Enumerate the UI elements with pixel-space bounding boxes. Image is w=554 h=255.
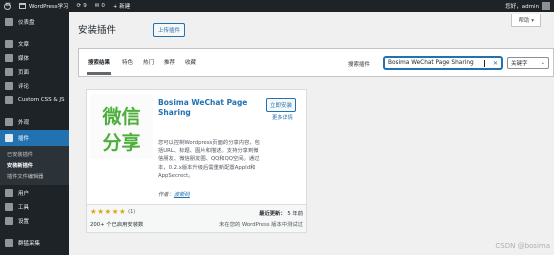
wordpress-logo-icon: [4, 2, 11, 10]
user-icon: [5, 189, 13, 197]
comments-count: 0: [101, 3, 105, 9]
sidebar-item-appearance[interactable]: 外观: [0, 114, 69, 130]
updates-count: 9: [83, 3, 87, 9]
sidebar-item-label: 评论: [18, 84, 30, 90]
more-details-link[interactable]: 更多详情: [272, 114, 293, 121]
star-icon: ★: [111, 207, 119, 216]
icon-text-line-2: 分享: [102, 131, 140, 154]
wrench-icon: [5, 203, 13, 211]
media-icon: [5, 54, 13, 62]
star-icon: ★: [104, 207, 112, 216]
submenu-plugin-editor[interactable]: 插件文件编辑器: [0, 171, 69, 182]
icon-text-line-1: 微信: [101, 105, 140, 128]
upload-plugin-button[interactable]: 上传插件: [153, 23, 186, 37]
admin-bar: WordPress学习 ⟳ 9 ✉ 0 + 新建 您好，admin: [0, 0, 554, 12]
clear-search-icon[interactable]: ✕: [493, 60, 498, 67]
install-now-button[interactable]: 立即安装: [266, 98, 297, 112]
sidebar-item-label: 外观: [18, 120, 30, 126]
settings-icon: [5, 217, 13, 225]
pin-icon: [5, 40, 13, 48]
help-tab-button[interactable]: 帮助 ▾: [511, 14, 541, 27]
sidebar-item-label: 工具: [18, 205, 30, 211]
admin-sidebar: 仪表盘 文章 媒体 页面 评论 Custom CSS & JS 外观 插件 已安…: [0, 12, 69, 255]
search-label: 搜索插件: [348, 62, 371, 68]
star-icon: ★: [97, 207, 104, 216]
sidebar-item-label: 用户: [18, 191, 30, 197]
plugin-description: 您可以控制Wordpress页面的分享内容，包括URL、标题、图片和描述。支持分…: [158, 140, 260, 179]
sidebar-item-label: 仪表盘: [18, 20, 35, 26]
last-updated-value: 5 年前: [287, 211, 303, 217]
sidebar-item-label: 设置: [18, 219, 30, 225]
page-title: 安装插件: [78, 25, 117, 36]
home-icon: [19, 3, 26, 9]
plugin-icon-image[interactable]: 微信 分享: [90, 94, 153, 159]
sidebar-item-collector[interactable]: 群猛采集: [0, 235, 69, 251]
last-updated-label: 最近更新：: [259, 211, 286, 217]
updates-icon: ⟳: [76, 3, 82, 9]
sidebar-item-custom-css-js[interactable]: Custom CSS & JS: [0, 92, 69, 108]
watermark-text: CSDN @bosima: [495, 242, 550, 250]
new-content-menu[interactable]: + 新建: [109, 0, 134, 12]
sidebar-item-plugins[interactable]: 插件: [0, 130, 69, 146]
sidebar-item-label: 群猛采集: [18, 241, 41, 247]
wechat-share-logo: 微信 分享: [90, 94, 153, 159]
plugin-search-input[interactable]: Bosima WeChat Page Sharing ✕: [384, 57, 502, 69]
code-icon: [5, 96, 13, 104]
plugin-filter-bar: 搜索结果 特色 热门 推荐 收藏 搜索插件 Bosima WeChat Page…: [78, 48, 554, 77]
plugin-icon: [5, 134, 13, 142]
chevron-down-icon: ⌄: [540, 60, 545, 66]
star-icon: ★: [118, 207, 126, 216]
sidebar-item-label: 页面: [18, 70, 30, 76]
sidebar-item-label: 文章: [18, 42, 30, 48]
sidebar-item-dashboard[interactable]: 仪表盘: [0, 14, 69, 30]
sidebar-item-label: 插件: [18, 136, 30, 142]
comment-icon: [5, 82, 13, 90]
rating-count: (1): [128, 209, 136, 215]
tab-favorites[interactable]: 收藏: [185, 58, 196, 66]
author-link[interactable]: 波斯码: [174, 192, 190, 198]
account-greeting[interactable]: 您好，admin: [505, 2, 539, 10]
search-type-value: 关键字: [511, 61, 528, 67]
plugin-card: 微信 分享 Bosima WeChat Page Sharing 立即安装 更多…: [86, 89, 307, 233]
tab-popular[interactable]: 热门: [143, 58, 154, 66]
wp-logo-menu[interactable]: [0, 0, 15, 12]
updates-link[interactable]: ⟳ 9: [73, 0, 91, 12]
sidebar-item-label: 媒体: [18, 56, 30, 62]
plugin-name-link[interactable]: Bosima WeChat Page Sharing: [158, 98, 258, 117]
submenu-installed-plugins[interactable]: 已安装插件: [0, 149, 69, 160]
tab-search-results[interactable]: 搜索结果: [86, 58, 112, 75]
site-name-link[interactable]: WordPress学习: [15, 0, 73, 12]
star-icon: ★: [90, 207, 97, 216]
new-content-label: + 新建: [112, 4, 131, 10]
main-content: 帮助 ▾ 安装插件 上传插件 搜索结果 特色 热门 推荐 收藏 搜索插件 Bos…: [69, 12, 554, 255]
last-updated: 最近更新： 5 年前: [259, 209, 303, 217]
comments-icon: ✉: [94, 3, 100, 9]
comments-link[interactable]: ✉ 0: [91, 0, 109, 12]
plugin-author: 作者：波斯码: [158, 190, 190, 198]
collect-icon: [5, 239, 13, 247]
rating-stars: ★ ★ ★ ★ ★ (1): [90, 208, 135, 216]
dashboard-icon: [5, 18, 13, 26]
site-name: WordPress学习: [29, 4, 69, 10]
page-icon: [5, 68, 13, 76]
text-cursor: [483, 59, 485, 67]
tab-featured[interactable]: 特色: [122, 58, 133, 66]
tab-recommended[interactable]: 推荐: [164, 58, 175, 66]
plugin-card-footer: ★ ★ ★ ★ ★ (1) 200+ 个已启用安装数 最近更新： 5 年前 未在…: [87, 204, 306, 232]
submenu-add-new-plugin[interactable]: 安装新插件: [0, 160, 69, 171]
active-installs: 200+ 个已启用安装数: [90, 222, 144, 228]
sidebar-item-settings[interactable]: 设置: [0, 213, 69, 229]
search-input-value: Bosima WeChat Page Sharing: [388, 60, 474, 66]
plugins-submenu: 已安装插件 安装新插件 插件文件编辑器: [0, 146, 69, 185]
compatibility-note: 未在您的 WordPress 版本中测试过: [219, 222, 303, 228]
avatar[interactable]: [542, 2, 550, 10]
author-prefix: 作者：: [158, 192, 174, 198]
brush-icon: [5, 118, 13, 126]
search-type-select[interactable]: 关键字 ⌄: [507, 57, 549, 69]
sidebar-item-label: Custom CSS & JS: [18, 97, 65, 103]
